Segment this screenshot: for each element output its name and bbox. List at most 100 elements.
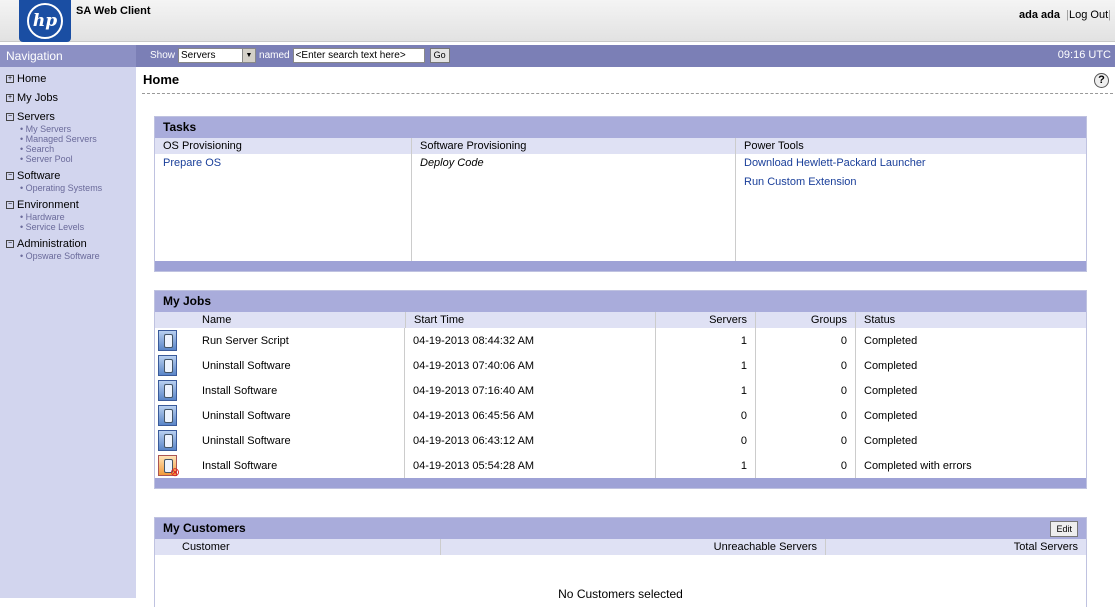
sidebar-subitem-managed-servers[interactable]: Managed Servers <box>20 134 136 144</box>
logout-link[interactable]: Log Out <box>1069 9 1108 21</box>
job-servers: 1 <box>656 378 756 403</box>
unreachable-servers-column-header[interactable]: Unreachable Servers <box>441 539 826 555</box>
top-header: hp SA Web Client ada ada |Log Out| <box>0 0 1115 42</box>
job-start-time: 04-19-2013 07:40:06 AM <box>405 353 656 378</box>
sidebar-item-home[interactable]: + Home <box>6 71 136 86</box>
go-button[interactable]: Go <box>429 48 450 63</box>
search-input[interactable]: <Enter search text here> <box>292 48 425 63</box>
start-time-column-header[interactable]: Start Time <box>405 312 656 328</box>
job-start-time: 04-19-2013 08:44:32 AM <box>405 328 656 353</box>
tasks-title: Tasks <box>155 117 1086 138</box>
sidebar-item-environment[interactable]: − Environment <box>6 197 136 212</box>
sidebar-group: + Home <box>6 71 136 86</box>
sidebar-subitem-hardware[interactable]: Hardware <box>20 212 136 222</box>
job-uninstall-icon[interactable] <box>158 405 177 426</box>
my-customers-title: My Customers <box>163 521 246 535</box>
job-name[interactable]: Uninstall Software <box>180 403 405 428</box>
jobs-table-body: Run Server Script 04-19-2013 08:44:32 AM 1… <box>155 328 1086 480</box>
job-name[interactable]: Uninstall Software <box>180 353 405 378</box>
job-uninstall-icon[interactable] <box>158 355 177 376</box>
collapse-icon[interactable]: − <box>6 112 14 121</box>
user-name: ada ada <box>1019 9 1061 21</box>
my-jobs-title: My Jobs <box>155 291 1086 312</box>
job-servers: 0 <box>656 428 756 453</box>
job-uninstall-icon[interactable] <box>158 430 177 451</box>
sidebar-item-administration[interactable]: − Administration <box>6 236 136 251</box>
sidebar-item-label: Software <box>17 169 61 182</box>
sidebar-group: + My Jobs <box>6 90 136 105</box>
sidebar-item-label: My Jobs <box>17 91 58 104</box>
groups-column-header[interactable]: Groups <box>756 312 856 328</box>
job-install-icon[interactable] <box>158 380 177 401</box>
expand-icon[interactable]: + <box>6 93 14 102</box>
sidebar: +Home+My Jobs−ServersMy ServersManaged S… <box>0 67 136 598</box>
job-status: Completed <box>864 409 918 422</box>
task-column: Software Provisioning Deploy Code <box>412 138 736 261</box>
sidebar-subitem-service-levels[interactable]: Service Levels <box>20 222 136 232</box>
collapse-icon[interactable]: − <box>6 171 14 180</box>
job-servers: 1 <box>656 353 756 378</box>
table-row[interactable]: Install Software 04-19-2013 07:16:40 AM 1 0… <box>155 378 1086 403</box>
help-icon[interactable]: ? <box>1094 73 1109 88</box>
sidebar-item-my-jobs[interactable]: + My Jobs <box>6 90 136 105</box>
job-start-time: 04-19-2013 06:45:56 AM <box>405 403 656 428</box>
navigation-title: Navigation <box>0 45 136 67</box>
sidebar-subitem-operating-systems[interactable]: Operating Systems <box>20 183 136 193</box>
search-type-value: Servers <box>181 50 216 61</box>
job-name[interactable]: Uninstall Software <box>180 428 405 453</box>
job-status: Completed with errors <box>864 459 972 472</box>
search-type-select[interactable]: Servers ▼ <box>178 48 257 63</box>
sidebar-subitem-opsware-software[interactable]: Opsware Software <box>20 251 136 261</box>
customer-column-header[interactable]: Customer <box>155 539 441 555</box>
job-servers: 1 <box>656 328 756 353</box>
sidebar-subitem-server-pool[interactable]: Server Pool <box>20 154 136 164</box>
job-status: Completed <box>864 334 918 347</box>
expand-icon[interactable]: + <box>6 74 14 83</box>
sidebar-subitem-search[interactable]: Search <box>20 144 136 154</box>
edit-button[interactable]: Edit <box>1050 521 1078 537</box>
job-name[interactable]: Run Server Script <box>180 328 405 353</box>
job-name[interactable]: Install Software <box>180 453 405 478</box>
servers-column-header[interactable]: Servers <box>656 312 756 328</box>
collapse-icon[interactable]: − <box>6 200 14 209</box>
job-groups: 0 <box>756 328 856 353</box>
table-row[interactable]: Install Software04-19-2013 05:54:28 AM10… <box>155 453 1086 480</box>
job-groups: 0 <box>756 428 856 453</box>
job-error-icon[interactable] <box>158 455 180 480</box>
run-custom-extension-link[interactable]: Run Custom Extension <box>736 173 1086 192</box>
task-column-header: Power Tools <box>736 138 1086 154</box>
download-launcher-link[interactable]: Download Hewlett-Packard Launcher <box>736 154 1086 173</box>
empty-message: No Customers selected <box>558 587 683 601</box>
table-row[interactable]: Uninstall Software 04-19-2013 07:40:06 AM… <box>155 353 1086 378</box>
clock: 09:16 UTC <box>1057 49 1111 61</box>
table-row[interactable]: Uninstall Software 04-19-2013 06:43:12 AM… <box>155 428 1086 453</box>
name-column-header[interactable]: Name <box>180 312 405 328</box>
sidebar-item-software[interactable]: − Software <box>6 168 136 183</box>
job-script-icon[interactable] <box>158 330 177 351</box>
customers-column-header: Customer Unreachable Servers Total Serve… <box>155 539 1086 555</box>
job-name[interactable]: Install Software <box>180 378 405 403</box>
sidebar-item-servers[interactable]: − Servers <box>6 109 136 124</box>
sidebar-subitem-my-servers[interactable]: My Servers <box>20 124 136 134</box>
icon-column-header <box>155 312 180 328</box>
panel-footer <box>155 261 1086 271</box>
divider <box>142 93 1113 94</box>
prepare-os-link[interactable]: Prepare OS <box>155 154 411 173</box>
my-customers-header: My Customers Edit <box>155 518 1086 539</box>
tasks-panel: Tasks OS Provisioning Prepare OS Softwar… <box>154 116 1087 272</box>
job-groups: 0 <box>756 378 856 403</box>
deploy-code-item: Deploy Code <box>420 157 484 169</box>
status-column-header[interactable]: Status <box>856 312 1086 328</box>
hp-logo[interactable]: hp <box>19 0 71 42</box>
collapse-icon[interactable]: − <box>6 239 14 248</box>
sidebar-item-label: Home <box>17 72 47 85</box>
job-status: Completed <box>864 384 918 397</box>
total-servers-column-header[interactable]: Total Servers <box>826 539 1086 555</box>
table-row[interactable]: Uninstall Software 04-19-2013 06:45:56 AM… <box>155 403 1086 428</box>
nav-bar: Navigation Show Servers ▼ named <Enter s… <box>0 45 1115 67</box>
task-column-header: Software Provisioning <box>412 138 735 154</box>
chevron-down-icon[interactable]: ▼ <box>242 49 256 62</box>
job-groups: 0 <box>756 453 856 478</box>
main-content: Home ? Tasks OS Provisioning Prepare OS … <box>136 67 1115 607</box>
table-row[interactable]: Run Server Script 04-19-2013 08:44:32 AM 1… <box>155 328 1086 353</box>
